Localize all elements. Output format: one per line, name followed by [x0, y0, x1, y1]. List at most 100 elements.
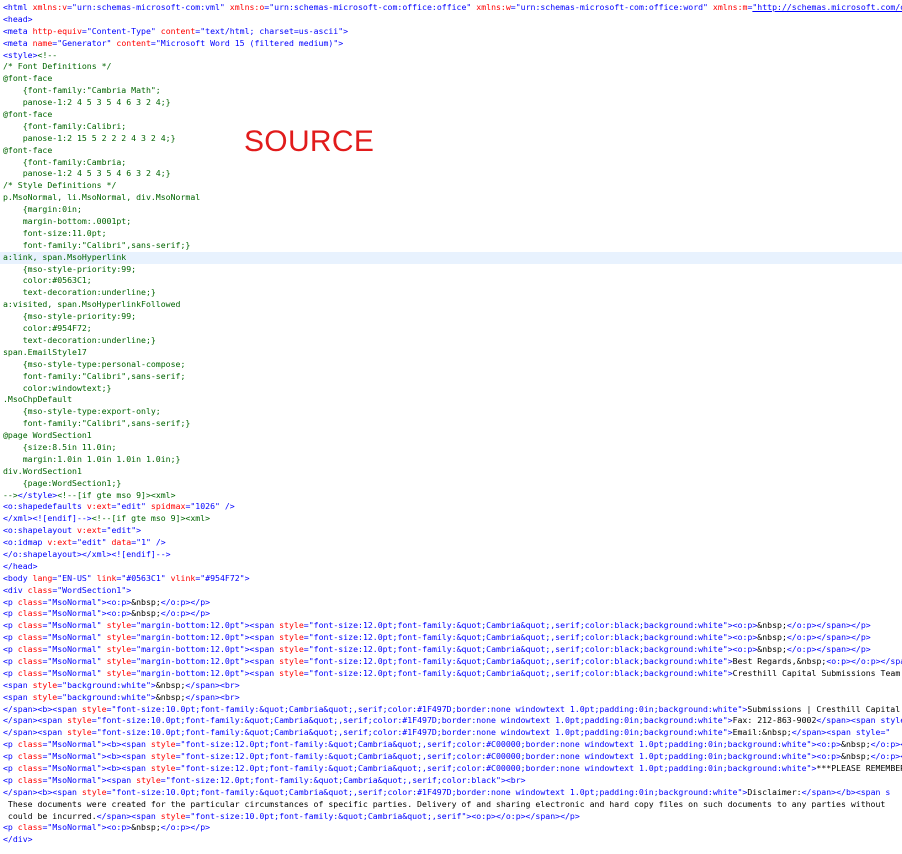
- source-line: </span><b><span style="font-size:10.0pt;…: [3, 787, 902, 799]
- source-token: "font-size:12.0pt;font-family:&quot;Camb…: [308, 632, 728, 643]
- source-token: "Generator": [57, 37, 112, 48]
- source-token: ><span: [244, 667, 280, 678]
- source-token: "edit": [116, 501, 146, 512]
- source-token: "MsoNormal": [47, 632, 102, 643]
- source-line: a:visited, span.MsoHyperlinkFollowed: [3, 299, 902, 311]
- source-token: "MsoNormal": [47, 751, 102, 762]
- source-token: style: [106, 632, 132, 643]
- source-token: {font-family:Cambria;: [3, 156, 127, 167]
- source-line: a:link, span.MsoHyperlink: [0, 251, 902, 264]
- source-token: {font-family:"Cambria Math";: [3, 85, 161, 96]
- source-token: color:#954F72;: [3, 323, 92, 334]
- source-token: class: [17, 774, 43, 785]
- source-token: xmlns:m: [712, 2, 748, 12]
- source-line: {font-family:Calibri;: [3, 121, 902, 133]
- source-token: lang: [32, 572, 53, 583]
- source-viewer[interactable]: <html xmlns:v="urn:schemas-microsoft-com…: [0, 0, 902, 854]
- source-token: />: [150, 537, 166, 548]
- source-token: {mso-style-type:export-only;: [3, 406, 161, 417]
- source-token: </o:p></span></p>: [786, 620, 871, 631]
- source-token: class: [17, 655, 43, 666]
- source-token: "background:white": [62, 679, 151, 690]
- source-token: <body: [3, 572, 33, 583]
- source-line: .MsoChpDefault: [3, 394, 902, 406]
- source-line: text-decoration:underline;}: [3, 335, 902, 347]
- source-token: p.MsoNormal, li.MsoNormal, div.MsoNormal: [3, 192, 201, 203]
- source-token: "1": [136, 537, 151, 548]
- source-token: <p: [3, 822, 18, 833]
- source-token: a:link, span.MsoHyperlink: [3, 251, 127, 262]
- source-token: "font-size:12.0pt;font-family:&quot;Camb…: [180, 763, 812, 773]
- source-line: font-family:"Calibri",sans-serif;}: [3, 240, 902, 252]
- source-token: /* Style Definitions */: [3, 180, 117, 191]
- source-token: style: [150, 739, 176, 750]
- source-token: <meta: [3, 25, 33, 36]
- source-token: <span: [3, 679, 33, 690]
- source-token: <o:idmap: [3, 537, 48, 548]
- source-token: <div: [3, 584, 28, 595]
- source-line: @font-face: [3, 109, 902, 121]
- source-token: &nbsp;: [841, 739, 871, 750]
- source-line: margin:1.0in 1.0in 1.0in 1.0in;}: [3, 454, 902, 466]
- source-token: style: [150, 751, 176, 762]
- source-line: div.WordSection1: [3, 466, 902, 478]
- source-token: {page:WordSection1;}: [3, 477, 122, 488]
- source-token: {margin:0in;: [3, 204, 82, 215]
- source-line: </o:shapelayout></xml><![endif]-->: [3, 549, 902, 561]
- source-token: "font-size:10.0pt;font-family:&quot;Camb…: [111, 703, 743, 714]
- source-line: <span style="background:white">&nbsp;</s…: [3, 680, 902, 692]
- source-token: style: [106, 667, 132, 678]
- source-token: </style>: [17, 489, 58, 500]
- source-line: /* Style Definitions */: [3, 180, 902, 192]
- source-token: ><o:p></o:p></span></p>: [466, 810, 580, 821]
- source-line: text-decoration:underline;}: [3, 287, 902, 299]
- source-line: <div class="WordSection1">: [3, 585, 902, 597]
- source-token: "font-size:12.0pt;font-family:&quot;Camb…: [180, 739, 812, 750]
- source-token: ><o:p>: [727, 620, 758, 631]
- source-token: </span><br>: [185, 691, 240, 702]
- source-token: ><span: [244, 644, 280, 655]
- source-token: span.EmailStyle17: [3, 346, 87, 357]
- source-token: "font-size:12.0pt;font-family:&quot;Camb…: [308, 620, 728, 631]
- source-line: {page:WordSection1;}: [3, 478, 902, 490]
- source-token: </xml><![endif]-->: [3, 513, 92, 524]
- source-token: data: [111, 537, 132, 548]
- source-token: style: [160, 810, 186, 821]
- source-token: &nbsp;: [131, 608, 161, 619]
- source-token: panose-1:2 4 5 3 5 4 6 3 2 4;}: [3, 97, 171, 108]
- source-line: <body lang="EN-US" link="#0563C1" vlink=…: [3, 573, 902, 585]
- source-line: </span><span style="font-size:10.0pt;fon…: [3, 727, 902, 739]
- source-token: "MsoNormal": [47, 596, 102, 607]
- source-token: content: [116, 37, 151, 48]
- source-token: -->: [3, 489, 18, 500]
- source-token: xmlns:w: [476, 2, 511, 12]
- source-token: "MsoNormal": [47, 763, 102, 773]
- source-token: Cresthill Capital Submissions Team: [732, 667, 901, 678]
- source-token: </span><span: [3, 727, 68, 738]
- source-token: "#954F72": [200, 572, 245, 583]
- source-token: &nbsp;: [757, 632, 787, 643]
- source-line: /* Font Definitions */: [3, 61, 902, 73]
- source-token: ><span: [244, 655, 280, 666]
- source-line: @page WordSection1: [3, 430, 902, 442]
- source-token: /* Font Definitions */: [3, 61, 112, 72]
- source-line: <p class="MsoNormal"><o:p>&nbsp;</o:p></…: [3, 608, 902, 620]
- source-token: "MsoNormal": [47, 608, 102, 619]
- source-token: <!--[if gte mso 9]><xml>: [91, 513, 211, 524]
- source-token: "MsoNormal": [47, 655, 102, 666]
- source-token: class: [17, 751, 43, 762]
- source-token: &nbsp;: [841, 751, 871, 762]
- source-token: ><o:p>: [727, 632, 758, 643]
- source-token: xmlns:o: [229, 2, 265, 12]
- source-token: @page WordSection1: [3, 430, 92, 441]
- source-token: link: [96, 572, 117, 583]
- source-token: ><o:p>: [101, 822, 132, 833]
- source-token: style: [106, 620, 132, 631]
- source-token: class: [17, 620, 43, 631]
- source-line: <p class="MsoNormal" style="margin-botto…: [3, 632, 902, 644]
- source-line: {size:8.5in 11.0in;: [3, 442, 902, 454]
- source-token: <p: [3, 608, 18, 619]
- source-token: </div>: [3, 834, 33, 845]
- source-link[interactable]: "http://schemas.microsoft.com/office/200…: [752, 2, 902, 12]
- source-token: </span><b><span: [3, 703, 82, 714]
